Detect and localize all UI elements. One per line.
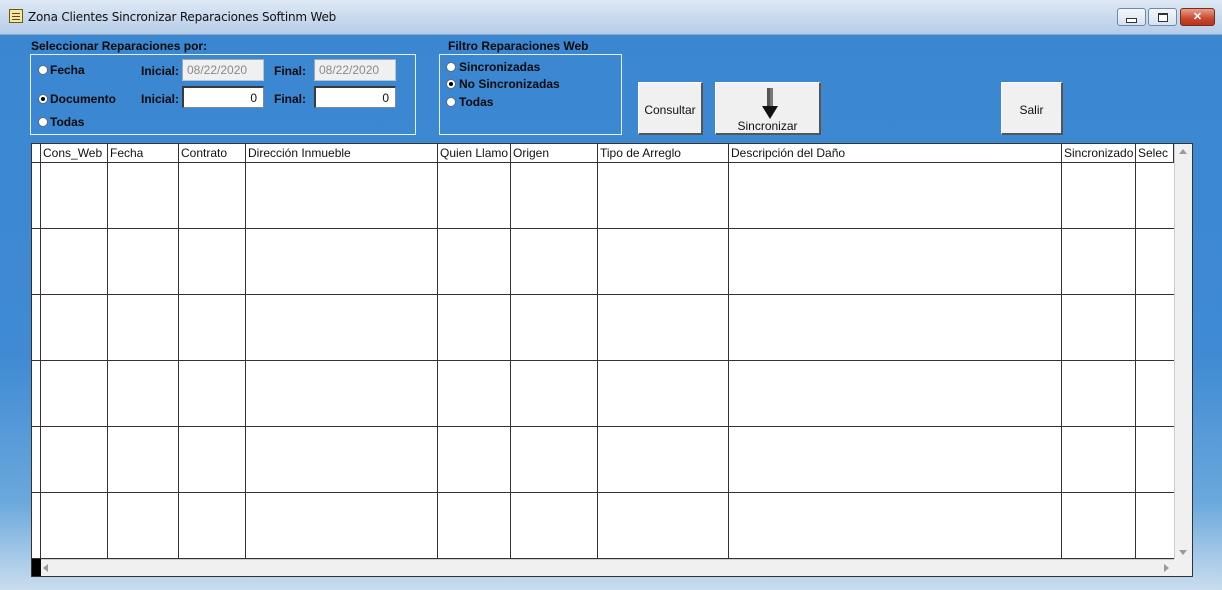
row-selector-column[interactable]: [32, 163, 41, 560]
radio-documento-label: Documento: [50, 92, 116, 106]
fecha-final-input[interactable]: 08/22/2020: [314, 59, 396, 81]
doc-final-input[interactable]: 0: [314, 86, 396, 108]
minimize-icon: [1126, 18, 1137, 23]
col-header-cons-web[interactable]: Cons_Web: [41, 144, 108, 163]
close-icon: ✕: [1192, 11, 1203, 23]
col-header-fecha[interactable]: Fecha: [108, 144, 179, 163]
table-row[interactable]: [32, 228, 1174, 229]
grid-col-line: [597, 163, 598, 560]
scroll-up-icon[interactable]: [1179, 149, 1187, 154]
grid-col-line: [437, 163, 438, 560]
table-row[interactable]: [32, 360, 1174, 361]
radio-fecha-label: Fecha: [50, 63, 85, 77]
scroll-corner: [1174, 559, 1192, 576]
grid-col-line: [1135, 163, 1136, 560]
scroll-down-icon[interactable]: [1179, 550, 1187, 555]
salir-button-label: Salir: [1019, 103, 1044, 117]
fecha-inicial-label: Inicial:: [141, 64, 180, 78]
salir-button[interactable]: Salir: [1001, 82, 1063, 135]
radio-fecha[interactable]: [38, 65, 48, 75]
close-button[interactable]: ✕: [1180, 8, 1215, 26]
grid-col-line: [1061, 163, 1062, 560]
radio-no-sincronizadas-label: No Sincronizadas: [459, 77, 560, 91]
radio-sincronizadas-label: Sincronizadas: [459, 60, 541, 74]
radio-documento[interactable]: [38, 94, 48, 104]
minimize-button[interactable]: [1117, 8, 1146, 26]
radio-sincronizadas[interactable]: [446, 62, 456, 72]
col-header-selec[interactable]: Selec: [1136, 144, 1174, 163]
app-icon: [9, 9, 23, 23]
consultar-button-label: Consultar: [644, 103, 696, 117]
sincronizar-button-label: Sincronizar: [737, 119, 798, 133]
col-header-direccion[interactable]: Dirección Inmueble: [246, 144, 438, 163]
col-header-origen[interactable]: Origen: [511, 144, 598, 163]
sincronizar-button[interactable]: Sincronizar: [715, 82, 821, 135]
grid-col-line: [245, 163, 246, 560]
select-group-title: Seleccionar Reparaciones por:: [31, 39, 208, 53]
vertical-scrollbar[interactable]: [1174, 144, 1192, 560]
window-title: Zona Clientes Sincronizar Reparaciones S…: [28, 10, 337, 24]
table-row[interactable]: [32, 426, 1174, 427]
fecha-final-label: Final:: [274, 64, 306, 78]
radio-todas[interactable]: [38, 117, 48, 127]
grid-col-line: [178, 163, 179, 560]
col-header-contrato[interactable]: Contrato: [179, 144, 246, 163]
col-header-descripcion[interactable]: Descripción del Daño: [729, 144, 1062, 163]
col-header-quien-llamo[interactable]: Quien Llamo: [438, 144, 511, 163]
table-row[interactable]: [32, 492, 1174, 493]
fecha-inicial-input[interactable]: 08/22/2020: [182, 59, 264, 81]
grid-col-line: [107, 163, 108, 560]
scroll-right-icon[interactable]: [1164, 564, 1169, 572]
maximize-button[interactable]: [1148, 8, 1177, 26]
table-row[interactable]: [32, 294, 1174, 295]
horizontal-scrollbar[interactable]: [32, 559, 1174, 576]
reparaciones-grid[interactable]: Cons_Web Fecha Contrato Dirección Inmueb…: [31, 143, 1193, 577]
doc-final-label: Final:: [274, 92, 306, 106]
title-bar[interactable]: Zona Clientes Sincronizar Reparaciones S…: [0, 0, 1222, 35]
radio-filtro-todas-label: Todas: [459, 95, 494, 109]
filter-group-title: Filtro Reparaciones Web: [448, 39, 589, 53]
grid-col-line: [728, 163, 729, 560]
col-header-tipo-arreglo[interactable]: Tipo de Arreglo: [598, 144, 729, 163]
radio-filtro-todas[interactable]: [446, 97, 456, 107]
col-header-sincronizado[interactable]: Sincronizado: [1062, 144, 1136, 163]
radio-no-sincronizadas[interactable]: [446, 79, 456, 89]
down-arrow-icon: [762, 88, 778, 119]
grid-corner: [32, 144, 41, 163]
radio-todas-label: Todas: [50, 115, 85, 129]
doc-inicial-label: Inicial:: [141, 92, 180, 106]
consultar-button[interactable]: Consultar: [638, 82, 703, 135]
scroll-left-icon[interactable]: [43, 564, 48, 572]
doc-inicial-input[interactable]: 0: [182, 86, 264, 108]
maximize-icon: [1157, 13, 1168, 22]
main-window: Zona Clientes Sincronizar Reparaciones S…: [0, 0, 1222, 590]
record-indicator: [32, 559, 41, 576]
grid-col-line: [510, 163, 511, 560]
